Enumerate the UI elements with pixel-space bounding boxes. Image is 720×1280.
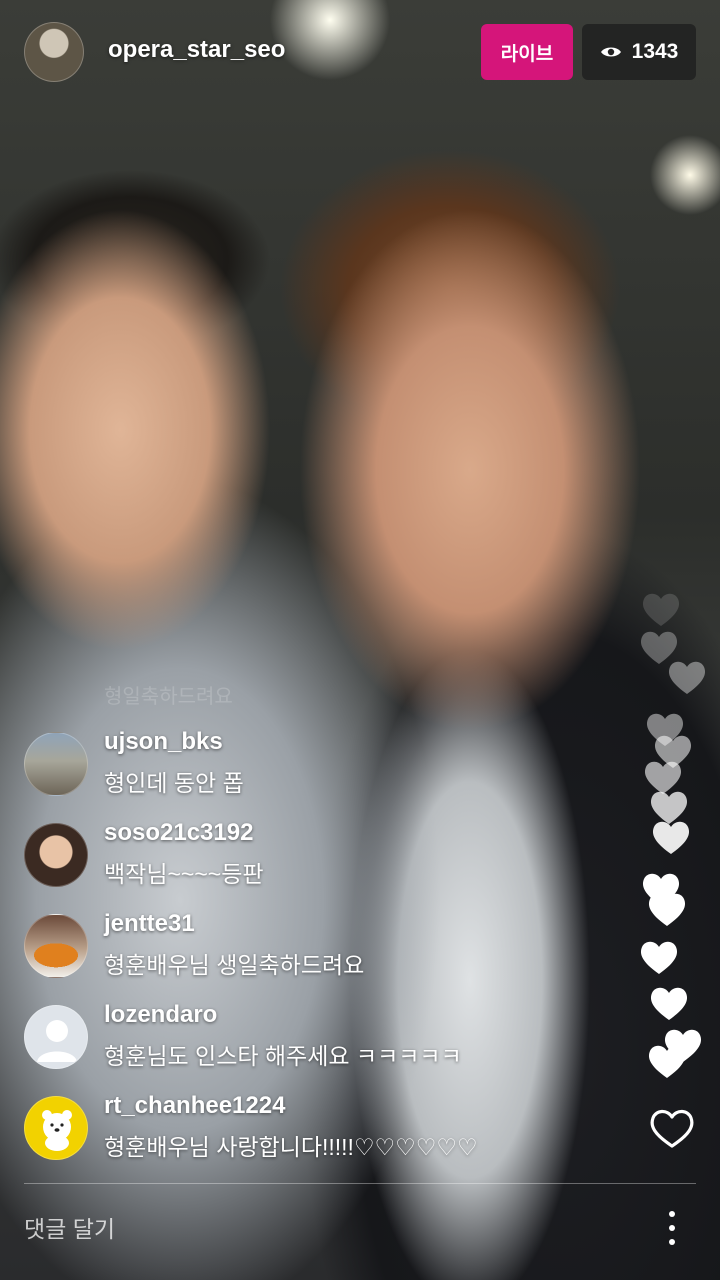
commenter-avatar[interactable]: [24, 914, 88, 978]
faded-comment: 형일축하드려요: [104, 686, 233, 708]
eye-icon: [600, 47, 621, 57]
comment-text: 형훈님도 인스타 해주세요 ㅋㅋㅋㅋㅋ: [104, 1043, 462, 1069]
comment-text: 형인데 동안 폽: [104, 770, 244, 796]
more-vertical-icon[interactable]: [660, 1208, 684, 1248]
comment-item: rt_chanhee1224 형훈배우님 사랑합니다!!!!!♡♡♡♡♡♡: [24, 1092, 584, 1183]
heart-icon: [668, 661, 706, 694]
live-header: opera_star_seo 라이브 1343: [0, 0, 720, 110]
comment-text: 형훈배우님 사랑합니다!!!!!♡♡♡♡♡♡: [104, 1134, 478, 1160]
heart-icon: [640, 941, 678, 974]
comment-list: ujson_bks 형인데 동안 폽 soso21c3192 백작님~~~~등판…: [24, 728, 584, 1183]
comment-input[interactable]: 댓글 달기: [24, 1210, 115, 1244]
live-badge: 라이브: [481, 24, 573, 80]
viewer-count-badge[interactable]: 1343: [582, 24, 696, 80]
like-heart-button[interactable]: [648, 1106, 696, 1150]
commenter-avatar-placeholder[interactable]: [24, 1005, 88, 1069]
comment-text: 형훈배우님 생일축하드려요: [104, 952, 365, 978]
heart-icon: [650, 987, 688, 1020]
comment-item: lozendaro 형훈님도 인스타 해주세요 ㅋㅋㅋㅋㅋ: [24, 1001, 584, 1092]
floating-hearts: [630, 580, 720, 1100]
commenter-avatar[interactable]: [24, 1096, 88, 1160]
heart-icon: [652, 821, 690, 854]
comment-item: soso21c3192 백작님~~~~등판: [24, 819, 584, 910]
host-avatar[interactable]: [24, 22, 84, 82]
commenter-username[interactable]: soso21c3192: [104, 819, 253, 847]
footer-divider: [24, 1183, 696, 1184]
heart-icon: [648, 1045, 686, 1078]
host-username[interactable]: opera_star_seo: [108, 36, 285, 64]
commenter-username[interactable]: ujson_bks: [104, 728, 223, 756]
heart-icon: [642, 593, 680, 626]
viewer-count: 1343: [631, 40, 679, 63]
commenter-username[interactable]: lozendaro: [104, 1001, 217, 1029]
commenter-username[interactable]: jentte31: [104, 910, 195, 938]
commenter-avatar[interactable]: [24, 732, 88, 796]
comment-text: 백작님~~~~등판: [104, 861, 264, 887]
commenter-username[interactable]: rt_chanhee1224: [104, 1092, 285, 1120]
comment-item: jentte31 형훈배우님 생일축하드려요: [24, 910, 584, 1001]
heart-icon: [648, 893, 686, 926]
commenter-avatar[interactable]: [24, 823, 88, 887]
bear-icon: [42, 1110, 72, 1151]
person-icon: [37, 1020, 77, 1062]
comment-item: ujson_bks 형인데 동안 폽: [24, 728, 584, 819]
